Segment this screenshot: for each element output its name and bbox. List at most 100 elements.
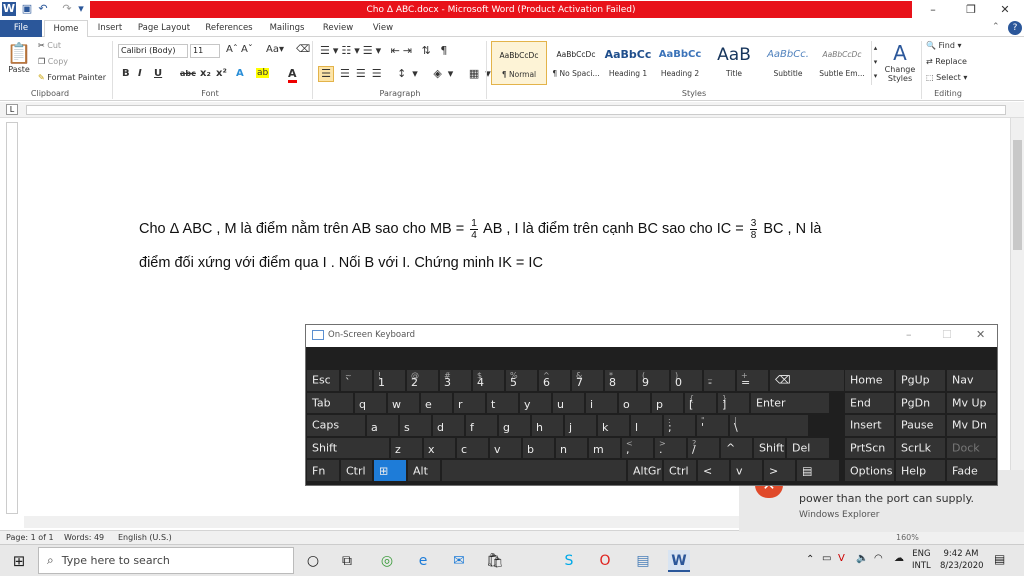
osk-key[interactable]: ~ `	[340, 369, 373, 392]
tab-file[interactable]: File	[0, 20, 42, 37]
horizontal-ruler[interactable]	[26, 105, 1006, 115]
clock[interactable]: 9:42 AM 8/23/2020	[940, 548, 984, 572]
change-case-button[interactable]: Aa▾	[266, 44, 284, 55]
vertical-ruler[interactable]	[6, 122, 18, 514]
osk-key[interactable]: q	[354, 391, 387, 415]
osk-nav-key[interactable]: PrtScn	[844, 436, 895, 460]
osk-key[interactable]: | \	[729, 414, 809, 437]
osk-nav-key[interactable]: PgUp	[895, 369, 946, 392]
style-heading-2[interactable]: AaBbCc Heading 2	[652, 41, 708, 85]
align-buttons[interactable]: ☰☰☰ ↕▾ ◈▾ ▦▾	[340, 67, 497, 80]
windows-start-icon[interactable]: ⊞	[8, 550, 30, 572]
osk-key[interactable]: * 8	[604, 369, 637, 392]
osk-nav-key[interactable]: Nav	[946, 369, 997, 392]
osk-key[interactable]: Shift	[753, 436, 786, 460]
help-icon[interactable]: ?	[1008, 21, 1022, 35]
style-subtitle[interactable]: AaBbCc. Subtitle	[760, 41, 816, 85]
app-icon[interactable]: ◎	[376, 550, 398, 572]
font-family-select[interactable]: Calibri (Body)	[118, 44, 188, 58]
osk-nav-key[interactable]: Insert	[844, 414, 895, 437]
skype-icon[interactable]: S	[558, 550, 580, 572]
style-title[interactable]: AaB Title	[706, 41, 762, 85]
onedrive-icon[interactable]: ☁	[894, 553, 904, 564]
opera-icon[interactable]: O	[594, 550, 616, 572]
network-icon[interactable]: ▭	[822, 553, 831, 564]
osk-nav-key[interactable]: Pause	[895, 414, 946, 437]
osk-nav-key[interactable]: Mv Dn	[946, 414, 997, 437]
grow-font-button[interactable]: Aˆ Aˇ	[226, 44, 253, 55]
osk-key[interactable]: v	[730, 459, 763, 482]
osk-key[interactable]: Tab	[306, 391, 354, 415]
osk-key[interactable]: o	[618, 391, 651, 415]
osk-key[interactable]: ▤	[796, 459, 840, 482]
osk-key[interactable]: v	[489, 436, 522, 460]
osk-key[interactable]: h	[531, 414, 564, 437]
osk-nav-key[interactable]: Mv Up	[946, 391, 997, 415]
osk-key[interactable]: Del	[786, 436, 830, 460]
tab-page-layout[interactable]: Page Layout	[136, 20, 192, 37]
save-icon[interactable]: ▣	[20, 2, 34, 16]
osk-key[interactable]: s	[399, 414, 432, 437]
volume-icon[interactable]: 🔈	[856, 553, 868, 564]
redo-icon[interactable]: ↷	[60, 2, 74, 16]
input-language[interactable]: ENG INTL	[912, 548, 931, 572]
osk-minimize-button[interactable]: –	[906, 328, 912, 341]
osk-key[interactable]: ^	[720, 436, 753, 460]
osk-key[interactable]: (9	[637, 369, 670, 392]
osk-key[interactable]: ) 0	[670, 369, 703, 392]
find-button[interactable]: 🔍 Find ▾	[926, 41, 961, 50]
tab-review[interactable]: Review	[318, 20, 358, 37]
explorer-icon[interactable]: ▤	[632, 550, 654, 572]
osk-key[interactable]: " '	[696, 414, 729, 437]
tab-view[interactable]: View	[366, 20, 400, 37]
osk-key[interactable]: #3	[439, 369, 472, 392]
osk-key[interactable]: d	[432, 414, 465, 437]
edge-icon[interactable]: e	[412, 550, 434, 572]
action-center-icon[interactable]: ▤	[994, 552, 1005, 566]
style-normal[interactable]: AaBbCcDc ¶ Normal	[491, 41, 547, 85]
osk-key[interactable]: @2	[406, 369, 439, 392]
osk-key[interactable]: Shift	[306, 436, 390, 460]
osk-key[interactable]: >.	[654, 436, 687, 460]
osk-key[interactable]: <,	[621, 436, 654, 460]
word-count[interactable]: Words: 49	[64, 532, 104, 544]
osk-close-button[interactable]: ✕	[976, 328, 985, 341]
replace-button[interactable]: ⇄ Replace	[926, 57, 967, 66]
tab-mailings[interactable]: Mailings	[264, 20, 310, 37]
osk-key[interactable]: <	[697, 459, 730, 482]
cut-button[interactable]: ✂ Cut	[38, 41, 61, 50]
osk-key[interactable]: z	[390, 436, 423, 460]
osk-key[interactable]: a	[366, 414, 399, 437]
osk-nav-key[interactable]: PgDn	[895, 391, 946, 415]
document-body[interactable]: Cho Δ ABC , M là điểm nằm trên AB sao ch…	[139, 212, 899, 280]
osk-nav-key[interactable]: Options	[844, 459, 895, 482]
osk-key[interactable]: f	[465, 414, 498, 437]
font-color-button[interactable]: A	[288, 67, 297, 83]
osk-key[interactable]: Caps	[306, 414, 366, 437]
osk-key[interactable]: AltGr	[627, 459, 663, 482]
tab-insert[interactable]: Insert	[92, 20, 128, 37]
word-icon[interactable]: W	[2, 2, 16, 16]
maximize-button[interactable]: ❐	[956, 2, 986, 18]
osk-key[interactable]: r	[453, 391, 486, 415]
select-button[interactable]: ⬚ Select ▾	[926, 73, 967, 82]
customize-icon[interactable]: ▾	[74, 2, 88, 16]
wifi-icon[interactable]: ◠	[874, 553, 883, 564]
security-icon[interactable]: V	[838, 553, 845, 564]
osk-key[interactable]: x	[423, 436, 456, 460]
osk-nav-key[interactable]: Fade	[946, 459, 997, 482]
change-styles-button[interactable]: A Change Styles	[882, 41, 918, 83]
style-no-spacing[interactable]: AaBbCcDc ¶ No Spaci...	[548, 41, 604, 85]
osk-key[interactable]: g	[498, 414, 531, 437]
osk-nav-key[interactable]: ScrLk	[895, 436, 946, 460]
tab-references[interactable]: References	[202, 20, 256, 37]
italic-button[interactable]: I	[138, 68, 142, 79]
osk-key[interactable]: w	[387, 391, 420, 415]
strikethrough-button[interactable]: abc	[180, 69, 196, 78]
osk-key[interactable]: Enter	[750, 391, 830, 415]
osk-key[interactable]: Fn	[306, 459, 340, 482]
osk-key[interactable]: ! 1	[373, 369, 406, 392]
osk-key[interactable]: i	[585, 391, 618, 415]
osk-key[interactable]: ? /	[687, 436, 720, 460]
osk-key[interactable]: b	[522, 436, 555, 460]
